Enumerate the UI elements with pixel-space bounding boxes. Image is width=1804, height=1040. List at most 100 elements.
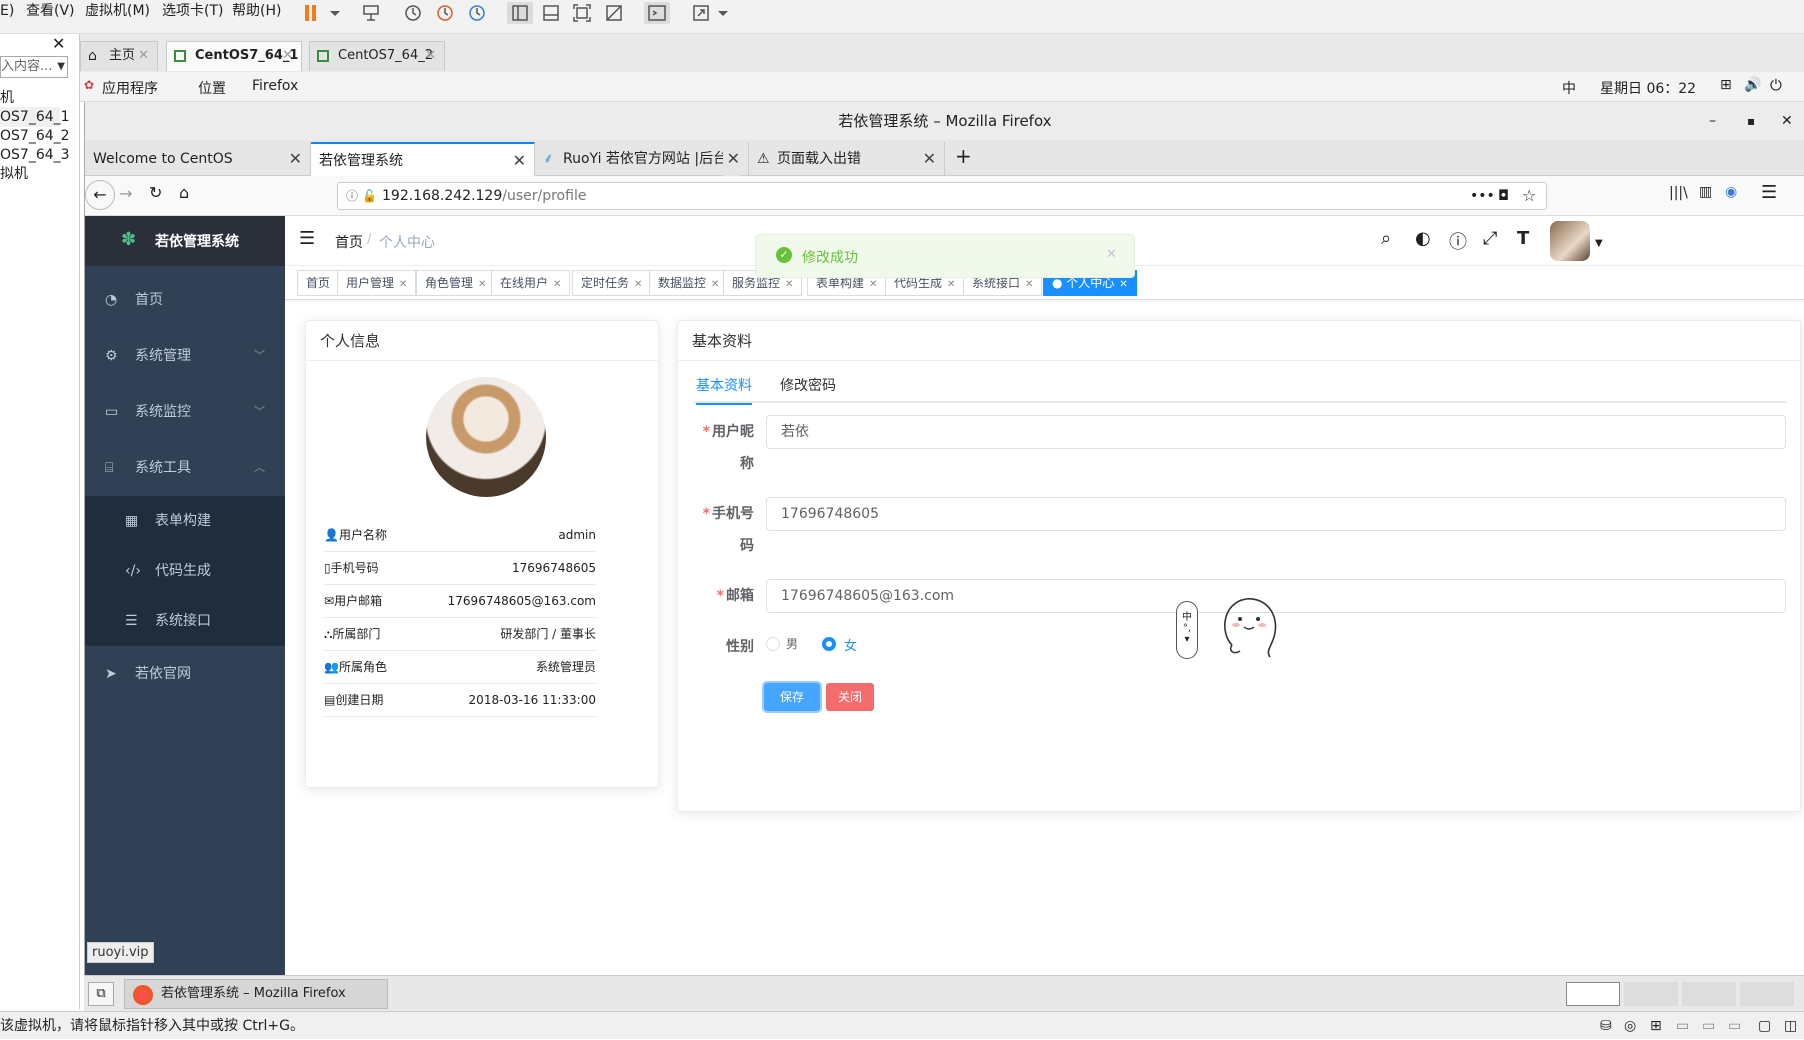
power-icon[interactable]: ⏻ xyxy=(1770,76,1782,94)
network-adapter-icon[interactable]: ⊞ xyxy=(1650,1012,1662,1040)
gnome-applications-menu[interactable]: 应用程序 xyxy=(102,78,158,98)
close-icon[interactable]: ✕ xyxy=(947,279,955,290)
sidebar-item-form-build[interactable]: ▦ 表单构建 xyxy=(85,496,285,546)
workspace-2[interactable] xyxy=(1624,982,1678,1006)
close-icon[interactable]: ✕ xyxy=(1106,247,1117,262)
close-icon[interactable]: ✕ xyxy=(138,42,149,70)
show-desktop-icon[interactable]: ⧉ xyxy=(88,982,114,1006)
tag-item[interactable]: 角色管理 ✕ xyxy=(416,270,496,296)
close-window-icon[interactable]: ✕ xyxy=(1781,102,1793,140)
ff-tab-official[interactable]: ⸙ RuoYi 若依官方网站 |后台 ✕ xyxy=(535,142,749,176)
sidebar-icon[interactable]: ▥ xyxy=(1699,184,1712,200)
tag-item[interactable]: 首页 xyxy=(297,270,340,296)
display-icon[interactable]: ▢ xyxy=(1758,1012,1771,1040)
close-button[interactable]: 关闭 xyxy=(826,683,874,711)
taskbar-window-firefox[interactable]: 若依管理系统 – Mozilla Firefox xyxy=(124,979,388,1009)
network-icon[interactable]: ⊞ xyxy=(1720,77,1732,93)
workspace-3[interactable] xyxy=(1682,982,1736,1006)
library-view-icon[interactable] xyxy=(507,2,533,24)
tab-basic[interactable]: 基本资料 xyxy=(696,375,752,405)
close-icon[interactable]: ✕ xyxy=(869,279,877,290)
console-view-icon[interactable] xyxy=(538,2,564,24)
library-item-vm2[interactable]: OS7_64_2 xyxy=(0,126,70,146)
sidebar-item-code-gen[interactable]: ‹/› 代码生成 xyxy=(85,546,285,596)
sidebar-item-tools[interactable]: ⌸ 系统工具 ︿ xyxy=(85,440,285,496)
stretch-dropdown-icon[interactable] xyxy=(710,2,736,24)
radio-male[interactable] xyxy=(766,637,780,651)
close-icon[interactable]: ✕ xyxy=(634,279,642,290)
library-search-input[interactable]: 入内容... ▼ xyxy=(0,56,68,78)
gnome-places-menu[interactable]: 位置 xyxy=(198,78,226,98)
close-icon[interactable]: ✕ xyxy=(711,279,719,290)
back-icon[interactable]: ← xyxy=(85,180,115,210)
page-actions-icon[interactable]: ••• xyxy=(1470,183,1495,209)
new-tab-icon[interactable]: + xyxy=(955,144,972,168)
sidebar-item-home[interactable]: ◔ 首页 xyxy=(85,272,285,328)
url-bar[interactable]: ⓘ 🔓 192.168.242.129/user/profile ••• ◘ ☆ xyxy=(337,182,1547,210)
close-icon[interactable]: ✕ xyxy=(553,279,561,290)
volume-icon[interactable]: 🔊 xyxy=(1744,77,1761,93)
hamburger-icon[interactable]: ☰ xyxy=(299,228,315,249)
phone-input[interactable]: 17696748605 xyxy=(766,497,1786,531)
menu-vm[interactable]: 虚拟机(M) xyxy=(85,0,150,22)
breadcrumb-home[interactable]: 首页 xyxy=(335,232,363,252)
sidebar-logo[interactable]: ✽ 若依管理系统 xyxy=(85,216,285,266)
radio-male-label[interactable]: 男 xyxy=(786,635,798,652)
library-item-shared[interactable]: 拟机 xyxy=(0,164,28,184)
close-icon[interactable]: ✕ xyxy=(513,144,526,176)
close-icon[interactable]: ✕ xyxy=(785,279,793,290)
vm-tab-centos1[interactable]: CentOS7_64_1 ✕ xyxy=(166,41,302,71)
pocket-icon[interactable]: ◘ xyxy=(1498,183,1509,209)
tab-password[interactable]: 修改密码 xyxy=(780,375,836,395)
save-button[interactable]: 保存 xyxy=(762,681,822,713)
printer-icon[interactable]: ▭ xyxy=(1728,1012,1741,1040)
vm-tab-home[interactable]: ⌂ 主页 ✕ xyxy=(80,41,158,71)
fullscreen-icon[interactable] xyxy=(569,2,595,24)
radio-female[interactable] xyxy=(822,637,836,651)
nickname-input[interactable]: 若依 xyxy=(766,415,1786,449)
gnome-firefox-menu[interactable]: Firefox xyxy=(252,78,298,94)
menu-edit[interactable]: E) xyxy=(0,0,14,22)
menu-help[interactable]: 帮助(H) xyxy=(232,0,281,22)
close-icon[interactable]: ✕ xyxy=(1119,279,1127,290)
avatar[interactable] xyxy=(1550,221,1590,261)
send-keys-icon[interactable] xyxy=(358,2,384,24)
clock[interactable]: 星期日 06：22 xyxy=(1600,78,1696,98)
library-icon[interactable]: |||\ xyxy=(1669,185,1688,201)
menu-view[interactable]: 查看(V) xyxy=(26,0,75,22)
workspace-4[interactable] xyxy=(1740,982,1794,1006)
revert-snapshot-icon[interactable] xyxy=(432,2,458,24)
ff-tab-error[interactable]: ⚠ 页面载入出错 ✕ xyxy=(749,142,945,176)
snapshot-manager-icon[interactable] xyxy=(464,2,490,24)
workspace-1[interactable] xyxy=(1566,982,1620,1006)
vm-tab-centos2[interactable]: CentOS7_64_2 ✕ xyxy=(309,41,445,71)
pause-icon[interactable] xyxy=(298,2,324,24)
hamburger-menu-icon[interactable]: ☰ xyxy=(1761,182,1777,203)
close-icon[interactable]: ✕ xyxy=(722,142,740,176)
menu-tabs[interactable]: 选项卡(T) xyxy=(162,0,223,22)
tag-item[interactable]: 数据监控 ✕ xyxy=(649,270,729,296)
sidebar-item-monitor[interactable]: ▭ 系统监控 ﹀ xyxy=(85,384,285,440)
close-icon[interactable]: ✕ xyxy=(923,142,936,176)
sidebar-item-website[interactable]: ➤ 若依官网 xyxy=(85,646,285,702)
sidebar-item-api[interactable]: ☰ 系统接口 xyxy=(85,596,285,646)
question-icon[interactable]: ⓘ xyxy=(1449,228,1467,254)
insecure-lock-icon[interactable]: 🔓 xyxy=(362,183,377,209)
account-icon[interactable]: ◉ xyxy=(1725,184,1737,200)
search-icon[interactable]: ⌕ xyxy=(1381,228,1391,249)
close-icon[interactable]: ✕ xyxy=(425,42,436,70)
close-icon[interactable]: ✕ xyxy=(1025,279,1033,290)
close-icon[interactable]: ✕ xyxy=(282,42,293,70)
sound-card-icon[interactable]: ▭ xyxy=(1702,1012,1715,1040)
input-method-indicator[interactable]: 中 xyxy=(1562,78,1576,98)
ime-toolbar[interactable]: 中 °, ▾ xyxy=(1176,601,1198,659)
library-item-vm3[interactable]: OS7_64_3 xyxy=(0,145,70,165)
caret-down-icon[interactable]: ▼ xyxy=(1595,238,1603,249)
reload-icon[interactable]: ↻ xyxy=(149,183,162,202)
usb-icon[interactable]: ▭ xyxy=(1676,1012,1689,1040)
bookmark-star-icon[interactable]: ☆ xyxy=(1522,183,1536,209)
ff-tab-ruoyi[interactable]: 若依管理系统 ✕ xyxy=(311,142,535,176)
dropdown-arrow-icon[interactable] xyxy=(322,2,348,24)
maximize-icon[interactable]: ▪ xyxy=(1747,102,1755,140)
cdrom-icon[interactable]: ◎ xyxy=(1624,1012,1636,1040)
